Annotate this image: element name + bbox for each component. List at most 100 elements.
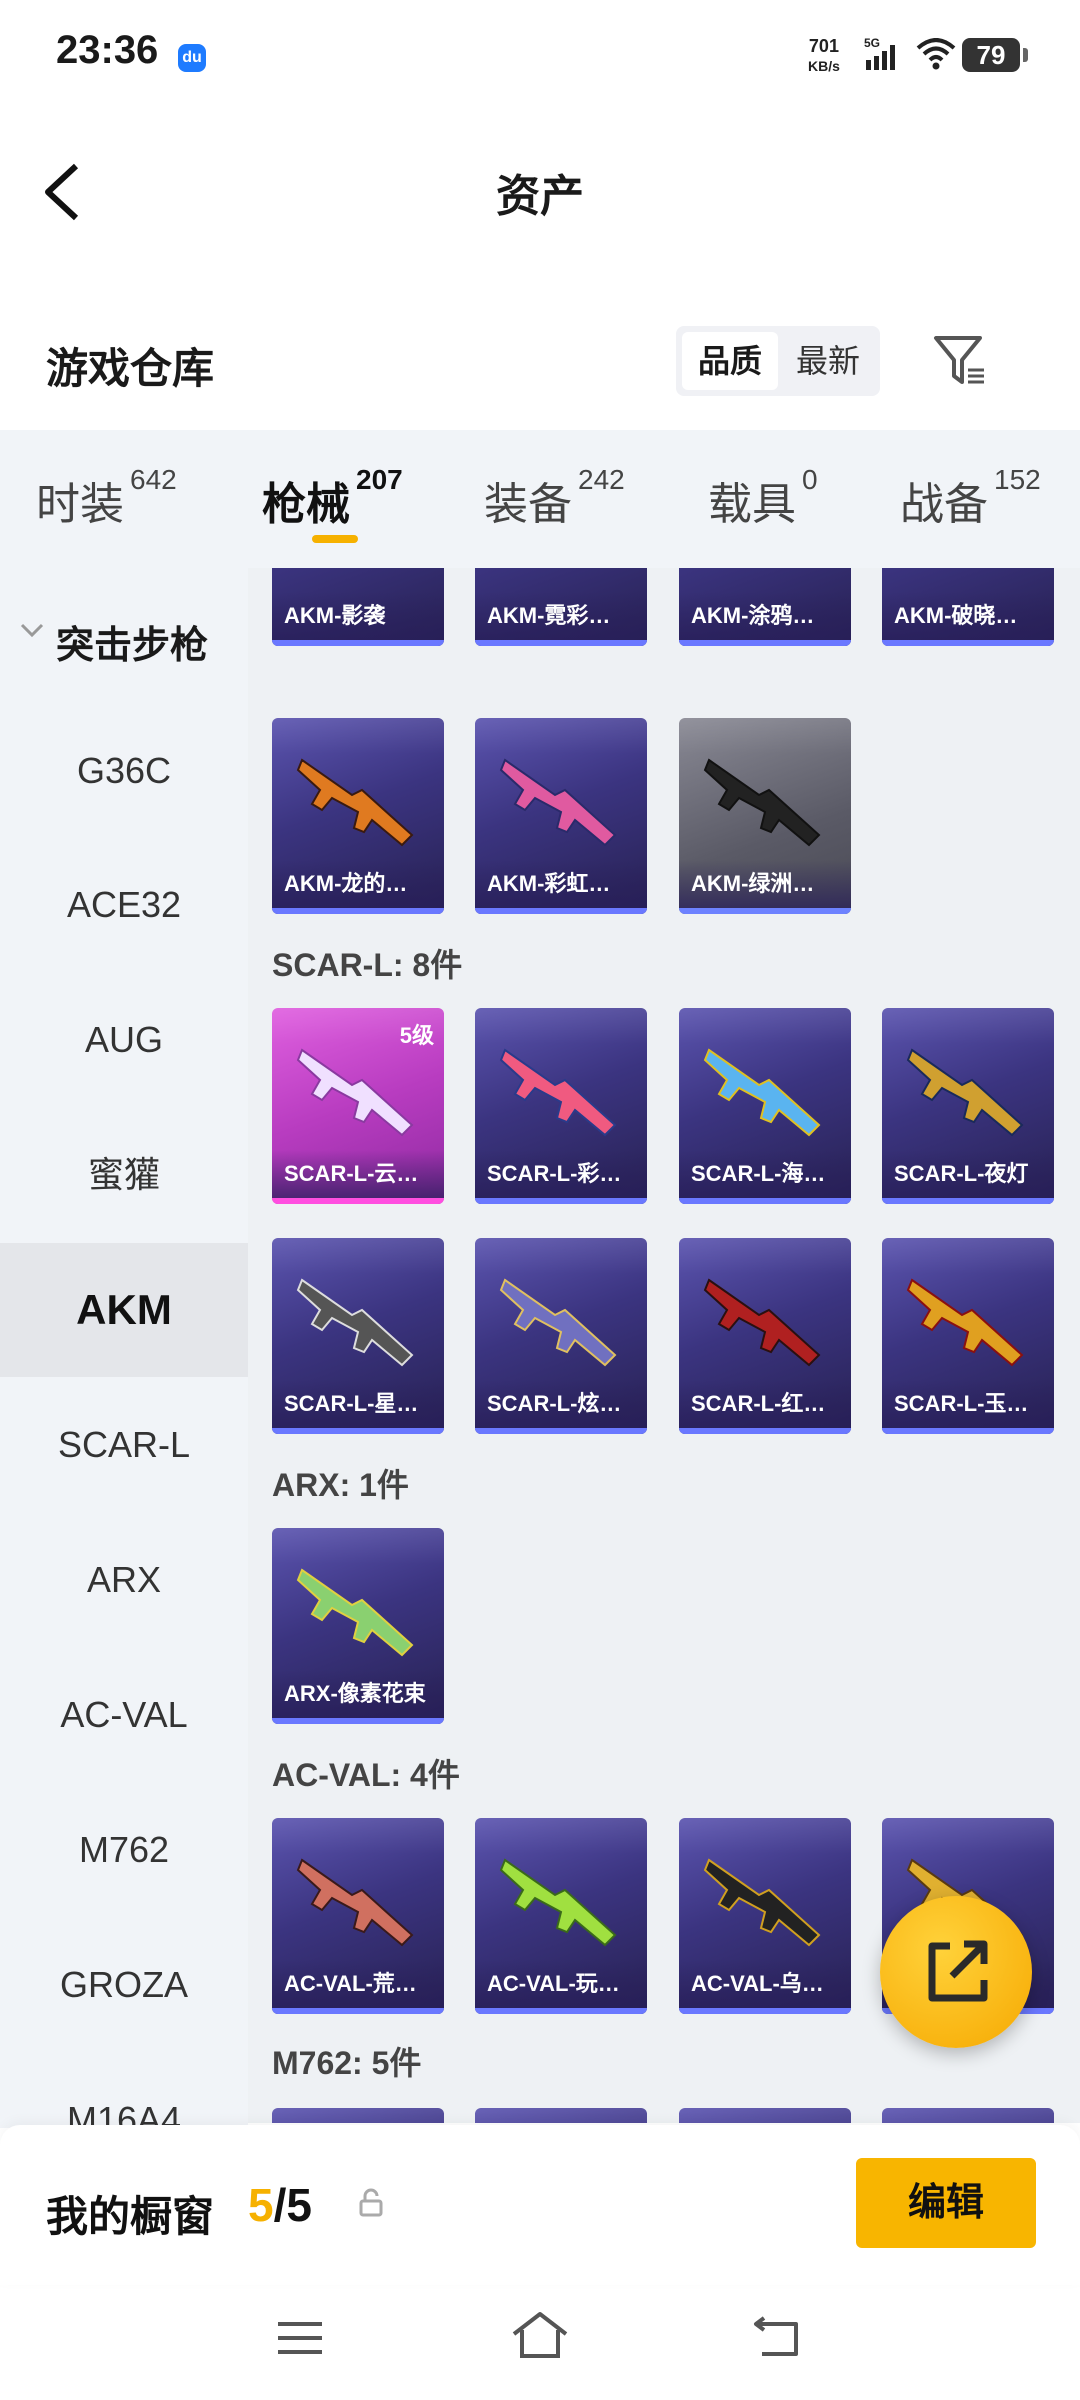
tab-vehicles[interactable]: 载具0	[708, 464, 818, 532]
sidebar-item-honey-badger[interactable]: 蜜獾	[0, 1108, 248, 1242]
sidebar-group-assault-rifles[interactable]: 突击步枪	[0, 608, 248, 668]
tab-count: 0	[802, 464, 818, 495]
skin-card[interactable]: AKM-霓彩…	[475, 568, 647, 646]
skin-card-name: AKM-影袭	[272, 592, 444, 640]
sidebar-item-m16a4[interactable]: M16A4	[0, 2053, 248, 2128]
rifle-icon	[906, 1278, 1024, 1367]
sidebar-item-ac-val[interactable]: AC-VAL	[0, 1648, 248, 1782]
card-rarity-bar	[882, 1198, 1054, 1204]
tab-label: 载具	[708, 480, 796, 529]
rifle-icon	[296, 1278, 414, 1367]
tab-gear[interactable]: 战备152	[900, 464, 1041, 532]
cellular-signal-icon: 5G	[864, 36, 908, 77]
skin-card[interactable]: AC-VAL-荒…	[272, 1818, 444, 2014]
card-rarity-bar	[272, 640, 444, 646]
nav-menu-button[interactable]	[276, 2318, 324, 2363]
tab-weapons[interactable]: 枪械207	[262, 464, 403, 532]
weapon-skin-grid: AKM-影袭 AKM-霓彩… AKM-涂鸦… AKM-破晓… AKM-龙的… A…	[248, 568, 1080, 2123]
sort-by-newest-button[interactable]: 最新	[780, 332, 876, 390]
card-rarity-bar	[679, 640, 851, 646]
back-icon	[754, 2316, 798, 2356]
share-fab-button[interactable]	[880, 1896, 1032, 2048]
skin-card[interactable]: AKM-破晓…	[882, 568, 1054, 646]
rifle-icon	[296, 1568, 414, 1657]
skin-card[interactable]: SCAR-L-海…	[679, 1008, 851, 1204]
skin-card[interactable]: SCAR-L-彩…	[475, 1008, 647, 1204]
chevron-down-icon	[20, 623, 44, 638]
card-rarity-bar	[679, 1198, 851, 1204]
skin-card[interactable]	[679, 2108, 851, 2123]
skin-card[interactable]: SCAR-L-炫…	[475, 1238, 647, 1434]
tab-count: 642	[130, 464, 177, 495]
edit-button[interactable]: 编辑	[856, 2158, 1036, 2248]
skin-card[interactable]: AKM-涂鸦…	[679, 568, 851, 646]
skin-card-name: AKM-霓彩…	[475, 592, 647, 640]
skin-card[interactable]: AKM-彩虹…	[475, 718, 647, 914]
filter-button[interactable]	[930, 330, 990, 390]
tab-count: 207	[356, 464, 403, 495]
skin-card[interactable]: AC-VAL-玩…	[475, 1818, 647, 2014]
rifle-icon	[703, 1048, 821, 1137]
skin-card[interactable]: AKM-绿洲…	[679, 718, 851, 914]
sidebar-item-arx[interactable]: ARX	[0, 1513, 248, 1647]
wifi-icon	[916, 38, 956, 75]
sidebar-item-ace32[interactable]: ACE32	[0, 838, 248, 972]
skin-card[interactable]: SCAR-L-玉…	[882, 1238, 1054, 1434]
home-icon	[512, 2312, 568, 2358]
card-rarity-bar	[272, 908, 444, 914]
sidebar-item-aug[interactable]: AUG	[0, 973, 248, 1107]
sidebar-item-m762[interactable]: M762	[0, 1783, 248, 1917]
skin-card[interactable]: SCAR-L-红…	[679, 1238, 851, 1434]
rifle-icon	[703, 1278, 821, 1367]
skin-card[interactable]: SCAR-L-夜灯	[882, 1008, 1054, 1204]
skin-card[interactable]: AC-VAL-乌…	[679, 1818, 851, 2014]
lock-icon	[358, 2188, 384, 2223]
nav-home-button[interactable]	[510, 2310, 570, 2365]
tab-count: 242	[578, 464, 625, 495]
skin-card[interactable]	[882, 2108, 1054, 2123]
network-type-label: 5G	[864, 36, 880, 50]
skin-card[interactable]: AKM-影袭	[272, 568, 444, 646]
skin-card-name: AKM-涂鸦…	[679, 592, 851, 640]
skin-card-name: AC-VAL-荒…	[272, 1960, 444, 2008]
filter-icon	[934, 336, 984, 384]
skin-card[interactable]	[272, 2108, 444, 2123]
card-rarity-bar	[679, 908, 851, 914]
group-title-scar-l: SCAR-L: 8件	[272, 947, 463, 983]
showcase-total-count: /5	[273, 2179, 312, 2231]
card-rarity-bar	[882, 640, 1054, 646]
tab-outfits[interactable]: 时装642	[36, 464, 177, 532]
skin-card[interactable]: 5级 SCAR-L-云…	[272, 1008, 444, 1204]
skin-card[interactable]: AKM-龙的…	[272, 718, 444, 914]
weapon-type-sidebar: 突击步枪 G36C ACE32 AUG 蜜獾 AKM SCAR-L ARX AC…	[0, 568, 248, 2128]
sort-toggle: 品质 最新	[676, 326, 880, 396]
rifle-icon	[703, 758, 821, 847]
skin-card-name: SCAR-L-彩…	[475, 1150, 647, 1198]
rifle-icon	[296, 1858, 414, 1947]
card-rarity-bar	[272, 1198, 444, 1204]
skin-card-name: SCAR-L-星…	[272, 1380, 444, 1428]
network-speed: 701 KB/s	[808, 36, 840, 76]
page-title: 资产	[496, 172, 584, 221]
sort-by-quality-button[interactable]: 品质	[682, 332, 778, 390]
skin-card-name: AKM-彩虹…	[475, 860, 647, 908]
tab-count: 152	[994, 464, 1041, 495]
skin-card-name: AKM-绿洲…	[679, 860, 851, 908]
skin-card-name: AKM-龙的…	[272, 860, 444, 908]
sidebar-item-groza[interactable]: GROZA	[0, 1918, 248, 2052]
rifle-icon	[906, 1048, 1024, 1137]
skin-card[interactable]	[475, 2108, 647, 2123]
card-rarity-bar	[679, 2008, 851, 2014]
skin-card-name: ARX-像素花束	[272, 1670, 444, 1718]
sidebar-item-scar-l[interactable]: SCAR-L	[0, 1378, 248, 1512]
section-title: 游戏仓库	[46, 345, 215, 392]
skin-card-name: SCAR-L-红…	[679, 1380, 851, 1428]
skin-card[interactable]: ARX-像素花束	[272, 1528, 444, 1724]
sidebar-item-g36c[interactable]: G36C	[0, 704, 248, 838]
tab-equipment[interactable]: 装备242	[484, 464, 625, 532]
skin-card-name: SCAR-L-云…	[272, 1150, 444, 1198]
sidebar-item-akm[interactable]: AKM	[0, 1243, 248, 1377]
skin-card[interactable]: SCAR-L-星…	[272, 1238, 444, 1434]
nav-back-button[interactable]	[752, 2312, 802, 2363]
card-rarity-bar	[475, 908, 647, 914]
